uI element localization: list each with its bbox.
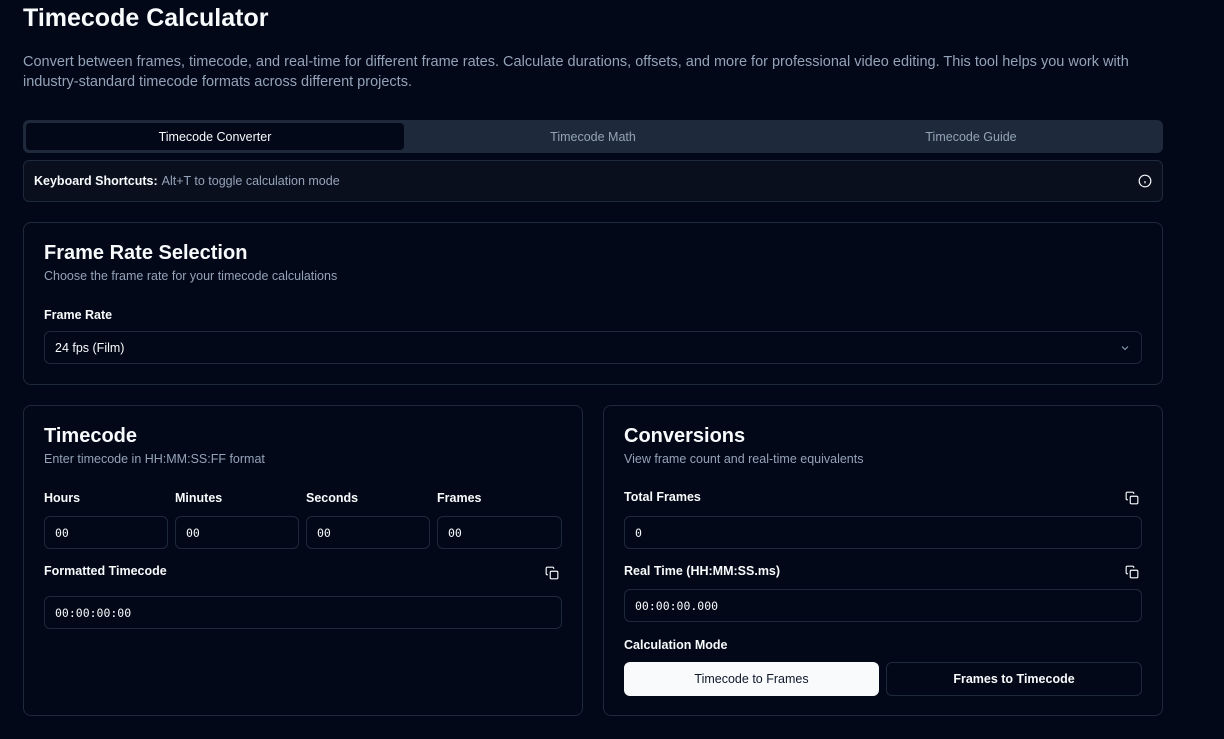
frame-rate-subtitle: Choose the frame rate for your timecode … xyxy=(44,269,338,283)
hours-input[interactable]: 00 xyxy=(44,516,168,549)
info-icon[interactable] xyxy=(1138,174,1152,188)
real-time-field[interactable]: 00:00:00.000 xyxy=(624,589,1142,622)
seconds-input[interactable]: 00 xyxy=(306,516,430,549)
minutes-input[interactable]: 00 xyxy=(175,516,299,549)
frame-rate-card: Frame Rate Selection Choose the frame ra… xyxy=(23,222,1163,385)
conversions-title: Conversions xyxy=(624,425,746,447)
minutes-label: Minutes xyxy=(175,491,223,505)
page-description: Convert between frames, timecode, and re… xyxy=(23,54,1129,90)
timecode-to-frames-button[interactable]: Timecode to Frames xyxy=(624,662,879,696)
tab-timecode-converter[interactable]: Timecode Converter xyxy=(26,123,404,150)
frame-rate-select[interactable]: 24 fps (Film) xyxy=(44,331,1142,364)
total-frames-label: Total Frames xyxy=(624,490,701,504)
frame-rate-label: Frame Rate xyxy=(44,308,113,322)
hours-label: Hours xyxy=(44,491,81,505)
shortcuts-label: Keyboard Shortcuts: xyxy=(34,174,158,188)
copy-icon[interactable] xyxy=(1125,565,1139,579)
copy-icon[interactable] xyxy=(545,566,559,580)
chevron-down-icon xyxy=(1121,345,1129,350)
formatted-timecode-label: Formatted Timecode xyxy=(44,564,167,578)
shortcuts-text: Alt+T to toggle calculation mode xyxy=(161,174,340,188)
copy-icon[interactable] xyxy=(1125,491,1139,505)
frames-label: Frames xyxy=(437,491,482,505)
real-time-label: Real Time (HH:MM:SS.ms) xyxy=(624,564,781,578)
frame-rate-selected: 24 fps (Film) xyxy=(55,340,125,355)
formatted-timecode-field[interactable]: 00:00:00:00 xyxy=(44,596,562,629)
tab-timecode-math[interactable]: Timecode Math xyxy=(404,123,782,150)
frames-to-timecode-button[interactable]: Frames to Timecode xyxy=(886,662,1142,696)
frames-input[interactable]: 00 xyxy=(437,516,562,549)
page-title: Timecode Calculator xyxy=(23,4,269,32)
seconds-label: Seconds xyxy=(306,491,359,505)
frame-rate-title: Frame Rate Selection xyxy=(44,242,248,264)
tab-list: Timecode Converter Timecode Math Timecod… xyxy=(23,120,1163,153)
tab-timecode-guide[interactable]: Timecode Guide xyxy=(782,123,1160,150)
timecode-card: Timecode Enter timecode in HH:MM:SS:FF f… xyxy=(23,405,583,716)
calculation-mode-label: Calculation Mode xyxy=(624,638,728,652)
keyboard-shortcuts-banner: Keyboard Shortcuts: Alt+T to toggle calc… xyxy=(23,160,1163,202)
conversions-card: Conversions View frame count and real-ti… xyxy=(603,405,1163,716)
timecode-subtitle: Enter timecode in HH:MM:SS:FF format xyxy=(44,452,265,466)
timecode-title: Timecode xyxy=(44,425,137,447)
total-frames-field[interactable]: 0 xyxy=(624,516,1142,549)
conversions-subtitle: View frame count and real-time equivalen… xyxy=(624,452,864,466)
